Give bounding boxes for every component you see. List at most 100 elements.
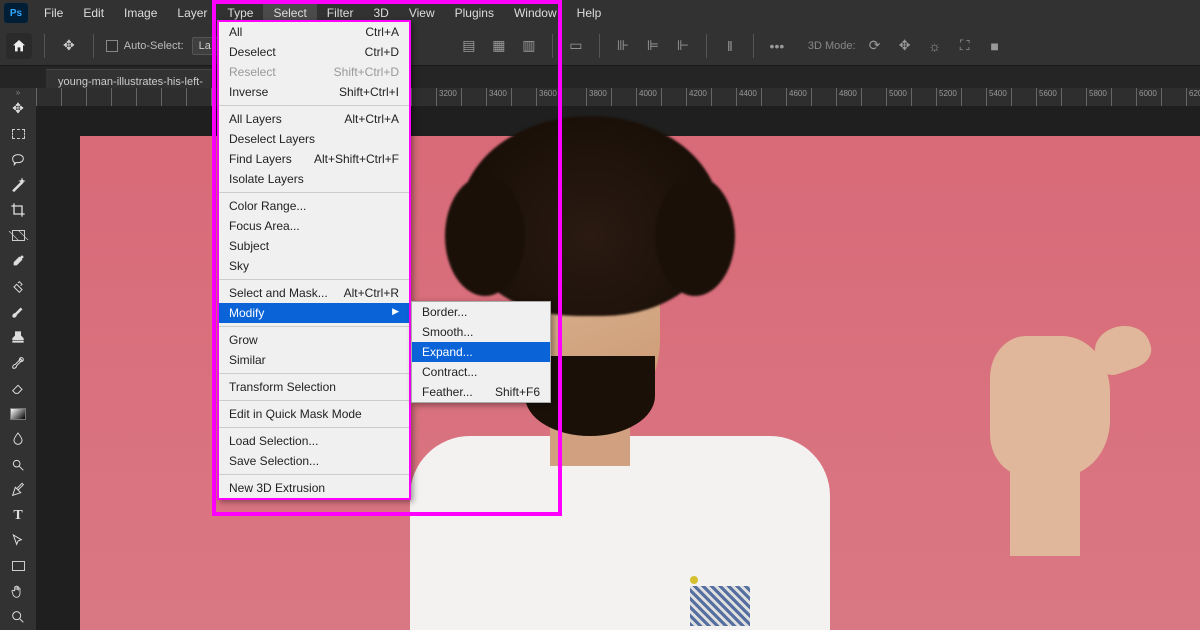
menu-window[interactable]: Window: [504, 2, 567, 24]
menu-separator: [219, 427, 409, 428]
ruler-mark: 4400: [736, 88, 761, 106]
menu-help[interactable]: Help: [567, 2, 612, 24]
ruler-mark: 4800: [836, 88, 861, 106]
dodge-tool[interactable]: [3, 452, 33, 477]
menu-item-label: Deselect: [229, 45, 276, 59]
home-icon: [11, 38, 27, 54]
ruler-mark: [661, 88, 686, 106]
align-middle-icon[interactable]: ⊫: [642, 37, 664, 54]
modify-submenu: Border...Smooth...Expand... Contract... Fe…: [411, 301, 551, 403]
menu-item-deselect-layers[interactable]: Deselect Layers: [219, 129, 409, 149]
ruler-mark: [711, 88, 736, 106]
heal-tool[interactable]: [3, 274, 33, 299]
ruler-mark: [961, 88, 986, 106]
menu-separator: [219, 105, 409, 106]
menu-edit[interactable]: Edit: [73, 2, 114, 24]
menu-item-select-and-mask[interactable]: Select and Mask...Alt+Ctrl+R: [219, 283, 409, 303]
menu-separator: [219, 474, 409, 475]
ruler-mark: 5800: [1086, 88, 1111, 106]
frame-tool[interactable]: [3, 223, 33, 248]
menu-item-load-selection[interactable]: Load Selection...: [219, 431, 409, 451]
eyedropper-tool[interactable]: [3, 248, 33, 273]
menu-item-similar[interactable]: Similar: [219, 350, 409, 370]
align-top-icon[interactable]: ⊪: [612, 37, 634, 54]
menu-separator: [219, 192, 409, 193]
menu-item-modify[interactable]: Modify▶: [219, 303, 409, 323]
menu-item-transform-selection[interactable]: Transform Selection: [219, 377, 409, 397]
menu-item-edit-in-quick-mask-mode[interactable]: Edit in Quick Mask Mode: [219, 404, 409, 424]
menu-plugins[interactable]: Plugins: [445, 2, 504, 24]
menu-item-label: All: [229, 25, 242, 39]
align-center-icon[interactable]: ▦: [488, 37, 510, 54]
menu-layer[interactable]: Layer: [167, 2, 217, 24]
menu-item-deselect[interactable]: DeselectCtrl+D: [219, 42, 409, 62]
options-bar: ✥ Auto-Select: La ▤ ▦ ▥ ▭ ⊪ ⊫ ⊩ ‖ ••• 3D…: [0, 26, 1200, 66]
ruler-mark: [186, 88, 211, 106]
menu-item-grow[interactable]: Grow: [219, 330, 409, 350]
align-right-icon[interactable]: ▥: [518, 37, 540, 54]
submenu-item-smooth[interactable]: Smooth...: [412, 322, 550, 342]
canvas-area[interactable]: [36, 106, 1200, 630]
stamp-tool[interactable]: [3, 325, 33, 350]
menu-item-color-range[interactable]: Color Range...: [219, 196, 409, 216]
separator: [599, 34, 600, 58]
type-tool[interactable]: T: [3, 503, 33, 528]
zoom-tool[interactable]: [3, 605, 33, 630]
shape-tool[interactable]: [3, 554, 33, 579]
brush-tool[interactable]: [3, 299, 33, 324]
distribute-icon[interactable]: ▭: [565, 37, 587, 54]
submenu-item-contract[interactable]: Contract...: [412, 362, 550, 382]
ruler-mark: 6200: [1186, 88, 1200, 106]
blur-tool[interactable]: [3, 427, 33, 452]
3d-light-icon[interactable]: ☼: [924, 38, 946, 54]
3d-scale-icon[interactable]: ⛶: [954, 37, 976, 54]
eraser-tool[interactable]: [3, 375, 33, 400]
crop-tool[interactable]: [3, 198, 33, 223]
submenu-item-expand[interactable]: Expand...: [412, 342, 550, 362]
pen-tool[interactable]: [3, 477, 33, 502]
menu-item-isolate-layers[interactable]: Isolate Layers: [219, 169, 409, 189]
ruler-mark: [86, 88, 111, 106]
3d-camera-icon[interactable]: ■: [984, 38, 1006, 54]
menu-item-shortcut: Shift+Ctrl+I: [339, 85, 399, 99]
3d-orbit-icon[interactable]: ⟳: [864, 37, 886, 54]
menu-item-new-3d-extrusion[interactable]: New 3D Extrusion: [219, 478, 409, 498]
menu-item-sky[interactable]: Sky: [219, 256, 409, 276]
separator: [44, 34, 45, 58]
menu-item-inverse[interactable]: InverseShift+Ctrl+I: [219, 82, 409, 102]
distribute-v-icon[interactable]: ‖: [719, 38, 741, 54]
menu-item-all-layers[interactable]: All LayersAlt+Ctrl+A: [219, 109, 409, 129]
history-brush-tool[interactable]: [3, 350, 33, 375]
marquee-tool[interactable]: [3, 121, 33, 146]
wand-tool[interactable]: [3, 172, 33, 197]
ruler-mark: [911, 88, 936, 106]
lasso-tool[interactable]: [3, 147, 33, 172]
menu-item-find-layers[interactable]: Find LayersAlt+Shift+Ctrl+F: [219, 149, 409, 169]
ruler-mark: [511, 88, 536, 106]
align-left-icon[interactable]: ▤: [458, 37, 480, 54]
gradient-tool[interactable]: [10, 408, 26, 420]
submenu-item-feather[interactable]: Feather...Shift+F6: [412, 382, 550, 402]
more-icon[interactable]: •••: [766, 38, 788, 54]
home-button[interactable]: [6, 33, 32, 59]
menu-item-shortcut: Ctrl+A: [365, 25, 399, 39]
toolbox-expand[interactable]: »: [0, 88, 36, 96]
submenu-item-label: Contract...: [422, 365, 477, 379]
ruler-mark: 4000: [636, 88, 661, 106]
menu-item-label: Grow: [229, 333, 258, 347]
auto-select-checkbox[interactable]: Auto-Select:: [106, 40, 184, 52]
submenu-item-border[interactable]: Border...: [412, 302, 550, 322]
menu-item-focus-area[interactable]: Focus Area...: [219, 216, 409, 236]
3d-pan-icon[interactable]: ✥: [894, 37, 916, 54]
hand-tool[interactable]: [3, 579, 33, 604]
menu-file[interactable]: File: [34, 2, 73, 24]
ruler-mark: 4200: [686, 88, 711, 106]
menu-item-save-selection[interactable]: Save Selection...: [219, 451, 409, 471]
toolbox: » ✥ T: [0, 88, 36, 630]
path-select-tool[interactable]: [3, 528, 33, 553]
align-bottom-icon[interactable]: ⊩: [672, 37, 694, 54]
menu-item-all[interactable]: All Ctrl+A: [219, 22, 409, 42]
menu-image[interactable]: Image: [114, 2, 167, 24]
menu-item-subject[interactable]: Subject: [219, 236, 409, 256]
move-tool[interactable]: ✥: [3, 96, 33, 121]
